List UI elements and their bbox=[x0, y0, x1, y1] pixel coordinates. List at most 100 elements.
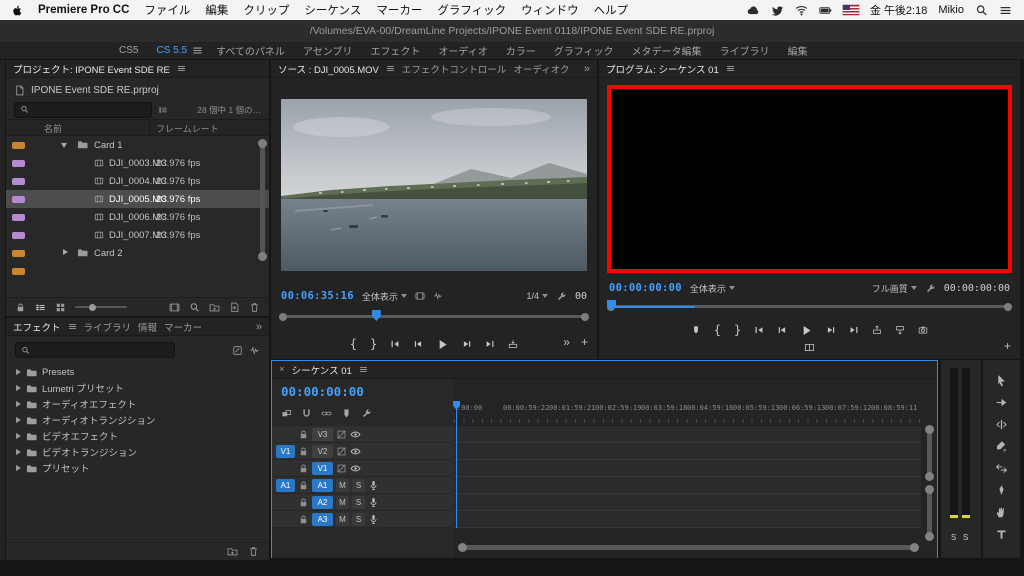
lane-v3[interactable] bbox=[454, 426, 921, 443]
close-tab-icon[interactable]: × bbox=[279, 364, 285, 375]
table-row-clip[interactable]: DJI_0004.MC 23.976 fps bbox=[6, 172, 269, 190]
folder-label[interactable]: ビデオエフェクト bbox=[42, 429, 118, 443]
project-file-name[interactable]: IPONE Event SDE RE.prproj bbox=[31, 85, 159, 96]
label-color-swatch[interactable] bbox=[12, 142, 25, 149]
list-item-video-transitions[interactable]: ビデオトランジション bbox=[6, 444, 269, 460]
go-to-in-button[interactable] bbox=[754, 325, 764, 335]
folder-label[interactable]: プリセット bbox=[42, 461, 90, 475]
folder-label[interactable]: ビデオトランジション bbox=[42, 445, 137, 459]
program-zoom-select[interactable]: 全体表示 bbox=[690, 282, 735, 295]
label-color-swatch[interactable] bbox=[12, 196, 25, 203]
spotlight-search-icon[interactable] bbox=[975, 4, 988, 17]
tab-audio-clip-mixer[interactable]: オーディオク bbox=[513, 62, 569, 76]
workspace-tab-assembly[interactable]: アセンブリ bbox=[294, 43, 362, 58]
step-forward-button[interactable] bbox=[462, 339, 472, 349]
project-search-box[interactable] bbox=[14, 102, 152, 118]
overwrite-button[interactable] bbox=[508, 339, 518, 349]
voiceover-mic-icon[interactable] bbox=[368, 497, 379, 508]
snap-magnet-icon[interactable] bbox=[301, 408, 312, 419]
menu-item-edit[interactable]: 編集 bbox=[205, 2, 228, 18]
automate-to-sequence-icon[interactable] bbox=[169, 302, 180, 313]
icon-view-icon[interactable] bbox=[55, 302, 66, 313]
new-item-icon[interactable] bbox=[229, 302, 240, 313]
source-patch-a1[interactable]: A1 bbox=[276, 479, 295, 492]
menu-bar-clock[interactable]: 金 午後2:18 bbox=[870, 2, 927, 18]
tab-effect-controls[interactable]: エフェクトコントロール bbox=[402, 62, 507, 76]
workspace-tab-metadata[interactable]: メタデータ編集 bbox=[623, 43, 711, 58]
settings-wrench-icon[interactable] bbox=[925, 283, 936, 294]
extract-button[interactable] bbox=[895, 325, 905, 335]
effects-search-input[interactable] bbox=[34, 345, 169, 356]
settings-wrench-icon[interactable] bbox=[556, 291, 567, 302]
menu-item-sequence[interactable]: シーケンス bbox=[304, 2, 361, 18]
project-writable-lock-icon[interactable] bbox=[15, 302, 26, 313]
chevron-down-icon[interactable] bbox=[61, 143, 67, 148]
list-item-presets-custom[interactable]: プリセット bbox=[6, 460, 269, 476]
comparison-view-button[interactable] bbox=[803, 342, 816, 353]
track-lock-icon[interactable] bbox=[298, 463, 309, 474]
mark-out-button[interactable]: } bbox=[370, 338, 377, 350]
label-color-swatch[interactable] bbox=[12, 214, 25, 221]
menu-item-window[interactable]: ウィンドウ bbox=[521, 2, 579, 18]
audio-tracks-scrollbar[interactable] bbox=[927, 489, 932, 537]
audio-effects-filter-icon[interactable] bbox=[249, 345, 260, 356]
chevron-right-icon[interactable] bbox=[16, 385, 21, 391]
cloud-sync-icon[interactable] bbox=[747, 4, 760, 17]
label-color-swatch[interactable] bbox=[12, 232, 25, 239]
track-output-eye-icon[interactable] bbox=[350, 463, 361, 474]
workspace-tab-cs55[interactable]: CS 5.5 bbox=[147, 45, 196, 56]
play-button[interactable] bbox=[436, 338, 449, 351]
menu-bar-user-name[interactable]: Mikio bbox=[938, 4, 964, 16]
ripple-edit-tool[interactable] bbox=[995, 418, 1008, 431]
workspace-tab-graphics[interactable]: グラフィック bbox=[545, 43, 623, 58]
panel-menu-icon[interactable] bbox=[386, 64, 395, 73]
linked-selection-icon[interactable] bbox=[321, 408, 332, 419]
track-output-eye-icon[interactable] bbox=[350, 446, 361, 457]
timeline-track-area[interactable]: :00:00 00:00:59:22 00:01:59:21 00:02:59:… bbox=[454, 379, 937, 558]
timeline-playhead[interactable] bbox=[456, 401, 457, 528]
step-forward-button[interactable] bbox=[826, 325, 836, 335]
source-zoom-select[interactable]: 全体表示 bbox=[362, 290, 407, 303]
zoom-handle-left[interactable] bbox=[279, 313, 287, 321]
workspace-tab-editing[interactable]: 編集 bbox=[779, 43, 817, 58]
menu-item-help[interactable]: ヘルプ bbox=[594, 2, 629, 18]
source-patch-slot[interactable] bbox=[276, 513, 295, 526]
track-target-v2[interactable]: V2 bbox=[312, 445, 333, 458]
folder-label[interactable]: Presets bbox=[42, 367, 74, 378]
mark-out-button[interactable]: } bbox=[734, 324, 741, 336]
panel-menu-icon[interactable] bbox=[177, 64, 186, 73]
solo-button[interactable]: S bbox=[352, 513, 365, 526]
list-item-audio-transitions[interactable]: オーディオトランジション bbox=[6, 412, 269, 428]
table-row-clip[interactable]: DJI_0007.MC 23.976 fps bbox=[6, 226, 269, 244]
chevron-right-icon[interactable] bbox=[16, 449, 21, 455]
play-button[interactable] bbox=[800, 324, 813, 337]
project-column-headers[interactable]: 名前 フレームレート bbox=[6, 119, 269, 136]
source-patch-v1[interactable]: V1 bbox=[276, 445, 295, 458]
track-target-v1[interactable]: V1 bbox=[312, 462, 333, 475]
lane-v1[interactable] bbox=[454, 460, 921, 477]
lift-button[interactable] bbox=[872, 325, 882, 335]
pen-tool[interactable] bbox=[995, 484, 1008, 497]
workspace-tab-cs5[interactable]: CS5 bbox=[110, 45, 147, 56]
lane-a1[interactable] bbox=[454, 477, 921, 494]
chevron-right-icon[interactable] bbox=[16, 369, 21, 375]
table-row-clip[interactable]: DJI_0006.MC 23.976 fps bbox=[6, 208, 269, 226]
item-name[interactable]: Card 2 bbox=[94, 248, 123, 259]
battery-icon[interactable] bbox=[819, 4, 832, 17]
timeline-horizontal-scrollbar[interactable] bbox=[462, 545, 915, 550]
timeline-settings-wrench-icon[interactable] bbox=[361, 408, 372, 419]
chevron-right-icon[interactable] bbox=[63, 249, 68, 255]
export-frame-button[interactable] bbox=[918, 325, 928, 335]
tab-libraries[interactable]: ライブラリ bbox=[84, 320, 132, 334]
add-button-editor[interactable]: + bbox=[1004, 340, 1011, 352]
go-to-out-button[interactable] bbox=[849, 325, 859, 335]
track-sync-lock-icon[interactable] bbox=[336, 463, 347, 474]
panel-menu-icon[interactable] bbox=[726, 64, 735, 73]
voiceover-mic-icon[interactable] bbox=[368, 480, 379, 491]
insert-as-nest-toggle-icon[interactable] bbox=[281, 408, 292, 419]
track-target-a3[interactable]: A3 bbox=[312, 513, 333, 526]
item-name[interactable]: Card 1 bbox=[94, 140, 123, 151]
program-panel-tab[interactable]: プログラム: シーケンス 01 bbox=[606, 62, 719, 76]
selection-tool[interactable] bbox=[995, 374, 1008, 387]
source-patch-slot[interactable] bbox=[276, 496, 295, 509]
